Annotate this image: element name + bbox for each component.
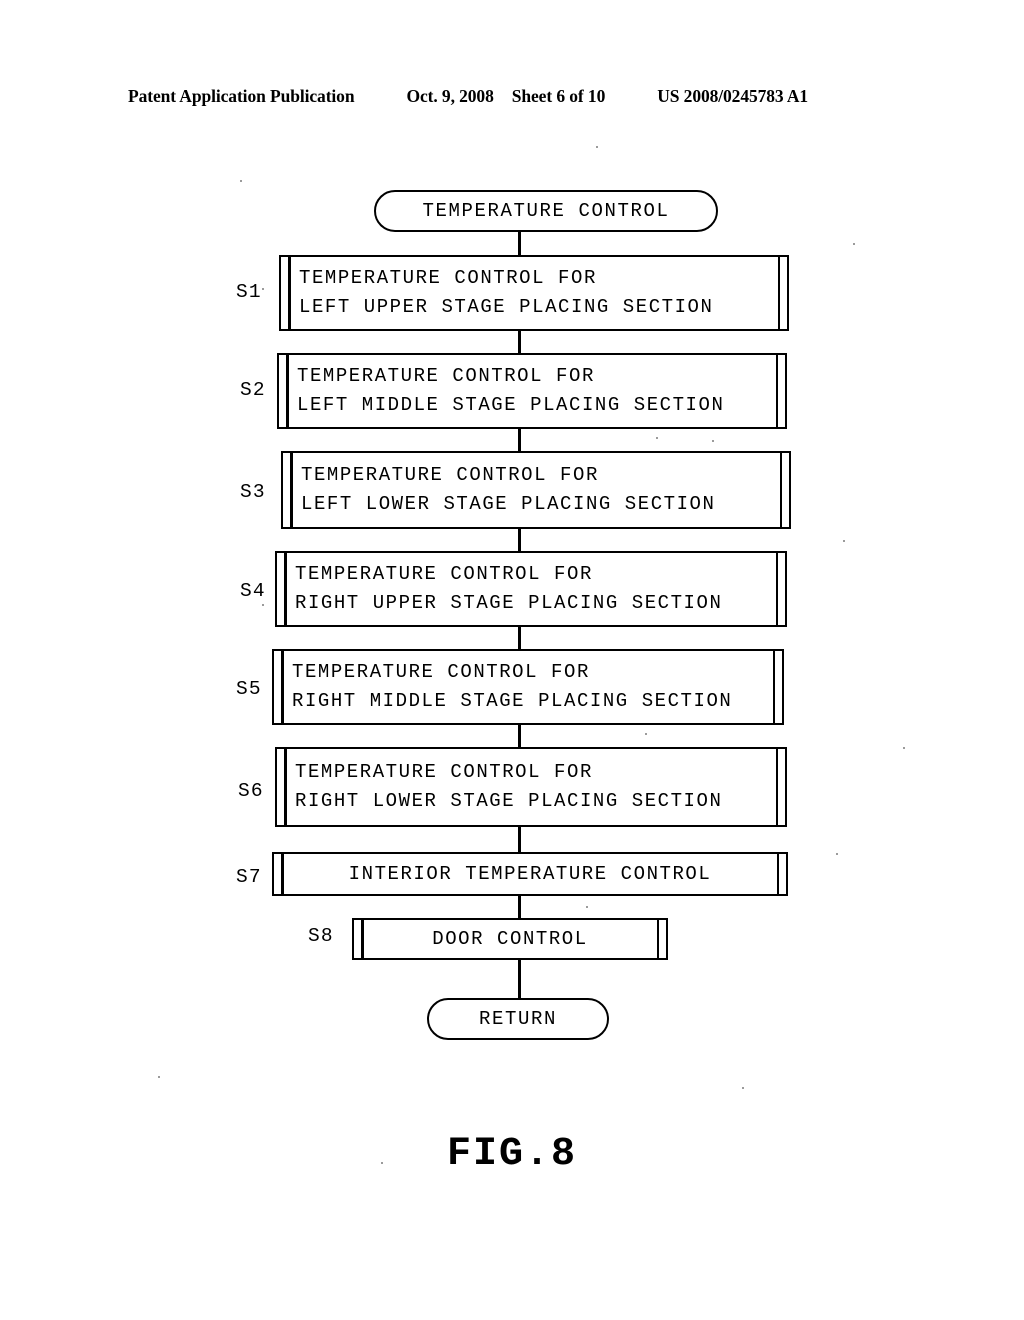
process-text-line-1: INTERIOR TEMPERATURE CONTROL xyxy=(348,862,712,885)
step-label-s5: S5 xyxy=(236,678,262,700)
scan-speck xyxy=(742,1087,744,1089)
scan-speck xyxy=(645,733,647,735)
subroutine-bar-right xyxy=(775,553,778,625)
scan-speck xyxy=(158,1076,160,1078)
process-box-s5: TEMPERATURE CONTROL FOR RIGHT MIDDLE STA… xyxy=(272,649,784,725)
subroutine-bar-left xyxy=(288,257,291,329)
start-terminal-label: TEMPERATURE CONTROL xyxy=(422,200,670,222)
return-terminal-label: RETURN xyxy=(478,1008,557,1030)
subroutine-bar-right xyxy=(772,651,775,723)
process-box-s3: TEMPERATURE CONTROL FOR LEFT LOWER STAGE… xyxy=(281,451,791,529)
process-text-line-2: LEFT MIDDLE STAGE PLACING SECTION xyxy=(297,394,725,416)
process-box-s1-text: TEMPERATURE CONTROL FOR LEFT UPPER STAGE… xyxy=(299,257,769,329)
process-text-line-1: TEMPERATURE CONTROL FOR xyxy=(295,563,593,586)
process-text-line-2: LEFT LOWER STAGE PLACING SECTION xyxy=(301,493,716,515)
subroutine-bar-right xyxy=(776,854,779,894)
process-box-s2-text: TEMPERATURE CONTROL FOR LEFT MIDDLE STAG… xyxy=(297,355,767,427)
subroutine-bar-left xyxy=(361,920,364,958)
process-box-s6-text: TEMPERATURE CONTROL FOR RIGHT LOWER STAG… xyxy=(295,749,767,825)
connector-s2-to-s3 xyxy=(518,429,521,451)
process-box-s1: TEMPERATURE CONTROL FOR LEFT UPPER STAGE… xyxy=(279,255,789,331)
process-text-line-2: LEFT UPPER STAGE PLACING SECTION xyxy=(299,296,714,318)
process-text-line-1: TEMPERATURE CONTROL FOR xyxy=(299,267,597,290)
connector-s8-to-return xyxy=(518,960,521,998)
step-label-s7: S7 xyxy=(236,866,262,888)
subroutine-bar-right xyxy=(777,257,780,329)
figure-caption: FIG.8 xyxy=(446,1132,578,1177)
subroutine-bar-right xyxy=(775,355,778,427)
scan-speck xyxy=(656,437,658,439)
process-text-line-1: TEMPERATURE CONTROL FOR xyxy=(292,661,590,684)
scan-speck xyxy=(240,180,242,182)
subroutine-bar-right xyxy=(779,453,782,527)
subroutine-bar-left xyxy=(281,651,284,723)
scan-speck xyxy=(586,906,588,908)
connector-s6-to-s7 xyxy=(518,827,521,852)
step-label-s6: S6 xyxy=(238,780,264,802)
process-box-s3-text: TEMPERATURE CONTROL FOR LEFT LOWER STAGE… xyxy=(301,453,771,527)
connector-s3-to-s4 xyxy=(518,529,521,551)
process-text-line-2: RIGHT MIDDLE STAGE PLACING SECTION xyxy=(292,690,733,712)
step-label-s8: S8 xyxy=(308,925,334,947)
process-box-s4: TEMPERATURE CONTROL FOR RIGHT UPPER STAG… xyxy=(275,551,787,627)
process-text-line-1: TEMPERATURE CONTROL FOR xyxy=(297,365,595,388)
process-box-s5-text: TEMPERATURE CONTROL FOR RIGHT MIDDLE STA… xyxy=(292,651,764,723)
process-text-line-1: DOOR CONTROL xyxy=(432,927,588,950)
process-box-s8-text: DOOR CONTROL xyxy=(372,920,648,958)
subroutine-bar-left xyxy=(286,355,289,427)
step-label-s3: S3 xyxy=(240,481,266,503)
process-box-s6: TEMPERATURE CONTROL FOR RIGHT LOWER STAG… xyxy=(275,747,787,827)
connector-s7-to-s8 xyxy=(518,896,521,918)
subroutine-bar-left xyxy=(284,749,287,825)
scan-speck xyxy=(596,146,598,148)
step-label-s1: S1 xyxy=(236,281,262,303)
subroutine-bar-right xyxy=(775,749,778,825)
scan-speck xyxy=(843,540,845,542)
process-box-s7: INTERIOR TEMPERATURE CONTROL xyxy=(272,852,788,896)
connector-s1-to-s2 xyxy=(518,331,521,353)
scan-speck xyxy=(903,747,905,749)
process-text-line-2: RIGHT UPPER STAGE PLACING SECTION xyxy=(295,592,723,614)
start-terminal: TEMPERATURE CONTROL xyxy=(374,190,718,232)
scan-speck xyxy=(262,604,264,606)
scan-speck xyxy=(853,243,855,245)
step-label-s2: S2 xyxy=(240,379,266,401)
process-box-s4-text: TEMPERATURE CONTROL FOR RIGHT UPPER STAG… xyxy=(295,553,767,625)
process-text-line-1: TEMPERATURE CONTROL FOR xyxy=(301,464,599,487)
process-box-s2: TEMPERATURE CONTROL FOR LEFT MIDDLE STAG… xyxy=(277,353,787,429)
process-text-line-2: RIGHT LOWER STAGE PLACING SECTION xyxy=(295,790,723,812)
subroutine-bar-left xyxy=(284,553,287,625)
subroutine-bar-right xyxy=(656,920,659,958)
process-box-s8: DOOR CONTROL xyxy=(352,918,668,960)
connector-start-to-s1 xyxy=(518,232,521,255)
process-text-line-1: TEMPERATURE CONTROL FOR xyxy=(295,761,593,784)
flowchart-diagram: TEMPERATURE CONTROL S1 TEMPERATURE CONTR… xyxy=(0,0,1024,1320)
scan-speck xyxy=(712,440,714,442)
scan-speck xyxy=(262,288,264,290)
process-box-s7-text: INTERIOR TEMPERATURE CONTROL xyxy=(292,854,768,894)
return-terminal: RETURN xyxy=(427,998,609,1040)
connector-s5-to-s6 xyxy=(518,725,521,747)
step-label-s4: S4 xyxy=(240,580,266,602)
scan-speck xyxy=(836,853,838,855)
subroutine-bar-left xyxy=(290,453,293,527)
subroutine-bar-left xyxy=(281,854,284,894)
connector-s4-to-s5 xyxy=(518,627,521,649)
